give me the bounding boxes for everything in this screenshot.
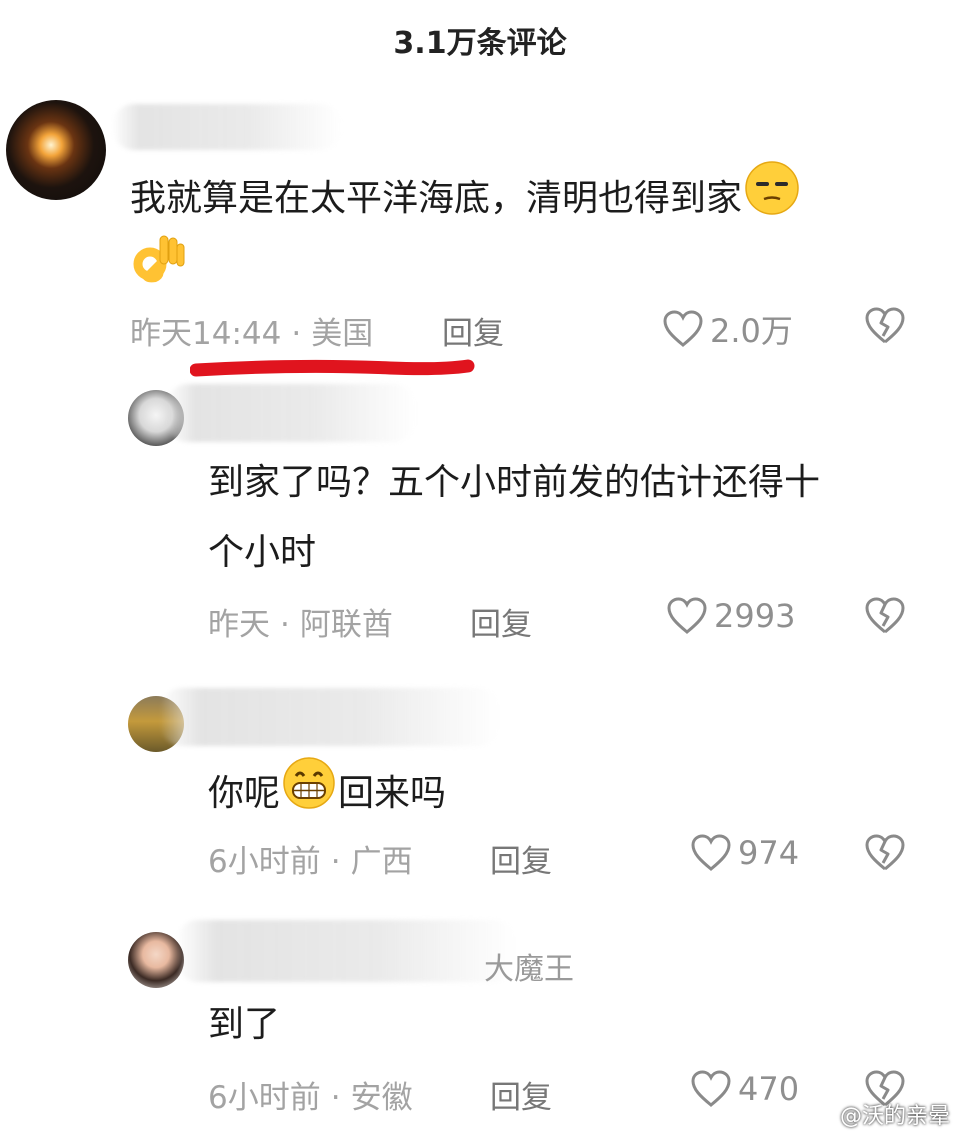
separator: · bbox=[280, 607, 290, 643]
comment-text-part2: 回来吗 bbox=[338, 773, 447, 814]
broken-heart-icon bbox=[865, 834, 905, 871]
like-count: 470 bbox=[738, 1070, 800, 1108]
like-count: 2.0万 bbox=[710, 312, 793, 350]
heart-outline-icon bbox=[691, 1070, 731, 1107]
blurred-username bbox=[176, 920, 516, 982]
comment-time: 昨天 bbox=[208, 607, 270, 643]
weibo-logo-icon bbox=[812, 1106, 834, 1124]
comment-time: 昨天14:44 bbox=[130, 316, 282, 352]
like-button[interactable]: 974 bbox=[690, 833, 799, 873]
reply-button[interactable]: 回复 bbox=[442, 308, 504, 353]
like-button[interactable]: 2.0万 bbox=[662, 306, 793, 352]
broken-heart-icon bbox=[865, 597, 905, 634]
blurred-username bbox=[166, 384, 416, 442]
red-underline-annotation bbox=[190, 359, 475, 377]
heart-outline-icon bbox=[667, 597, 707, 634]
dislike-button[interactable] bbox=[864, 596, 906, 640]
comment-location: 阿联酋 bbox=[299, 607, 393, 643]
reply-button[interactable]: 回复 bbox=[490, 836, 552, 881]
reply-button[interactable]: 回复 bbox=[470, 599, 532, 644]
separator: · bbox=[291, 316, 302, 352]
watermark-text: @沃的亲晕 bbox=[839, 1104, 950, 1129]
dislike-button[interactable] bbox=[864, 833, 906, 877]
broken-heart-icon bbox=[865, 307, 905, 344]
dislike-button[interactable] bbox=[864, 306, 906, 350]
like-button[interactable]: 470 bbox=[690, 1069, 799, 1109]
comment-time: 6小时前 bbox=[208, 844, 321, 880]
separator: · bbox=[330, 844, 341, 880]
comment-text: 到家了吗？五个小时前发的估计还得十 bbox=[208, 462, 821, 503]
ok-hand-emoji-icon bbox=[130, 230, 186, 290]
comment-text: 我就算是在太平洋海底，清明也得到家 bbox=[130, 178, 743, 219]
grinning-emoji-icon bbox=[282, 756, 336, 830]
comment-time: 6小时前 bbox=[208, 1080, 321, 1116]
blurred-username bbox=[160, 688, 500, 746]
comment-location: 美国 bbox=[311, 316, 374, 352]
comment-location: 安徽 bbox=[350, 1080, 413, 1116]
like-count: 2993 bbox=[714, 597, 796, 635]
comments-count-title: 3.1万条评论 bbox=[393, 26, 567, 61]
separator: · bbox=[330, 1080, 341, 1116]
like-button[interactable]: 2993 bbox=[666, 596, 795, 636]
like-count: 974 bbox=[738, 834, 800, 872]
heart-outline-icon bbox=[663, 310, 703, 347]
watermark: @沃的亲晕 bbox=[812, 1098, 950, 1130]
username-visible-part: 大魔王 bbox=[484, 952, 574, 987]
heart-outline-icon bbox=[691, 834, 731, 871]
avatar[interactable] bbox=[6, 100, 106, 200]
comment-text-part1: 你呢 bbox=[208, 773, 281, 814]
blurred-username bbox=[112, 104, 342, 150]
reply-button[interactable]: 回复 bbox=[490, 1072, 552, 1117]
comment-text-line2: 个小时 bbox=[208, 532, 317, 573]
comment-location: 广西 bbox=[350, 844, 413, 880]
unamused-emoji-icon bbox=[744, 160, 800, 236]
comment-text: 到了 bbox=[208, 1004, 281, 1045]
